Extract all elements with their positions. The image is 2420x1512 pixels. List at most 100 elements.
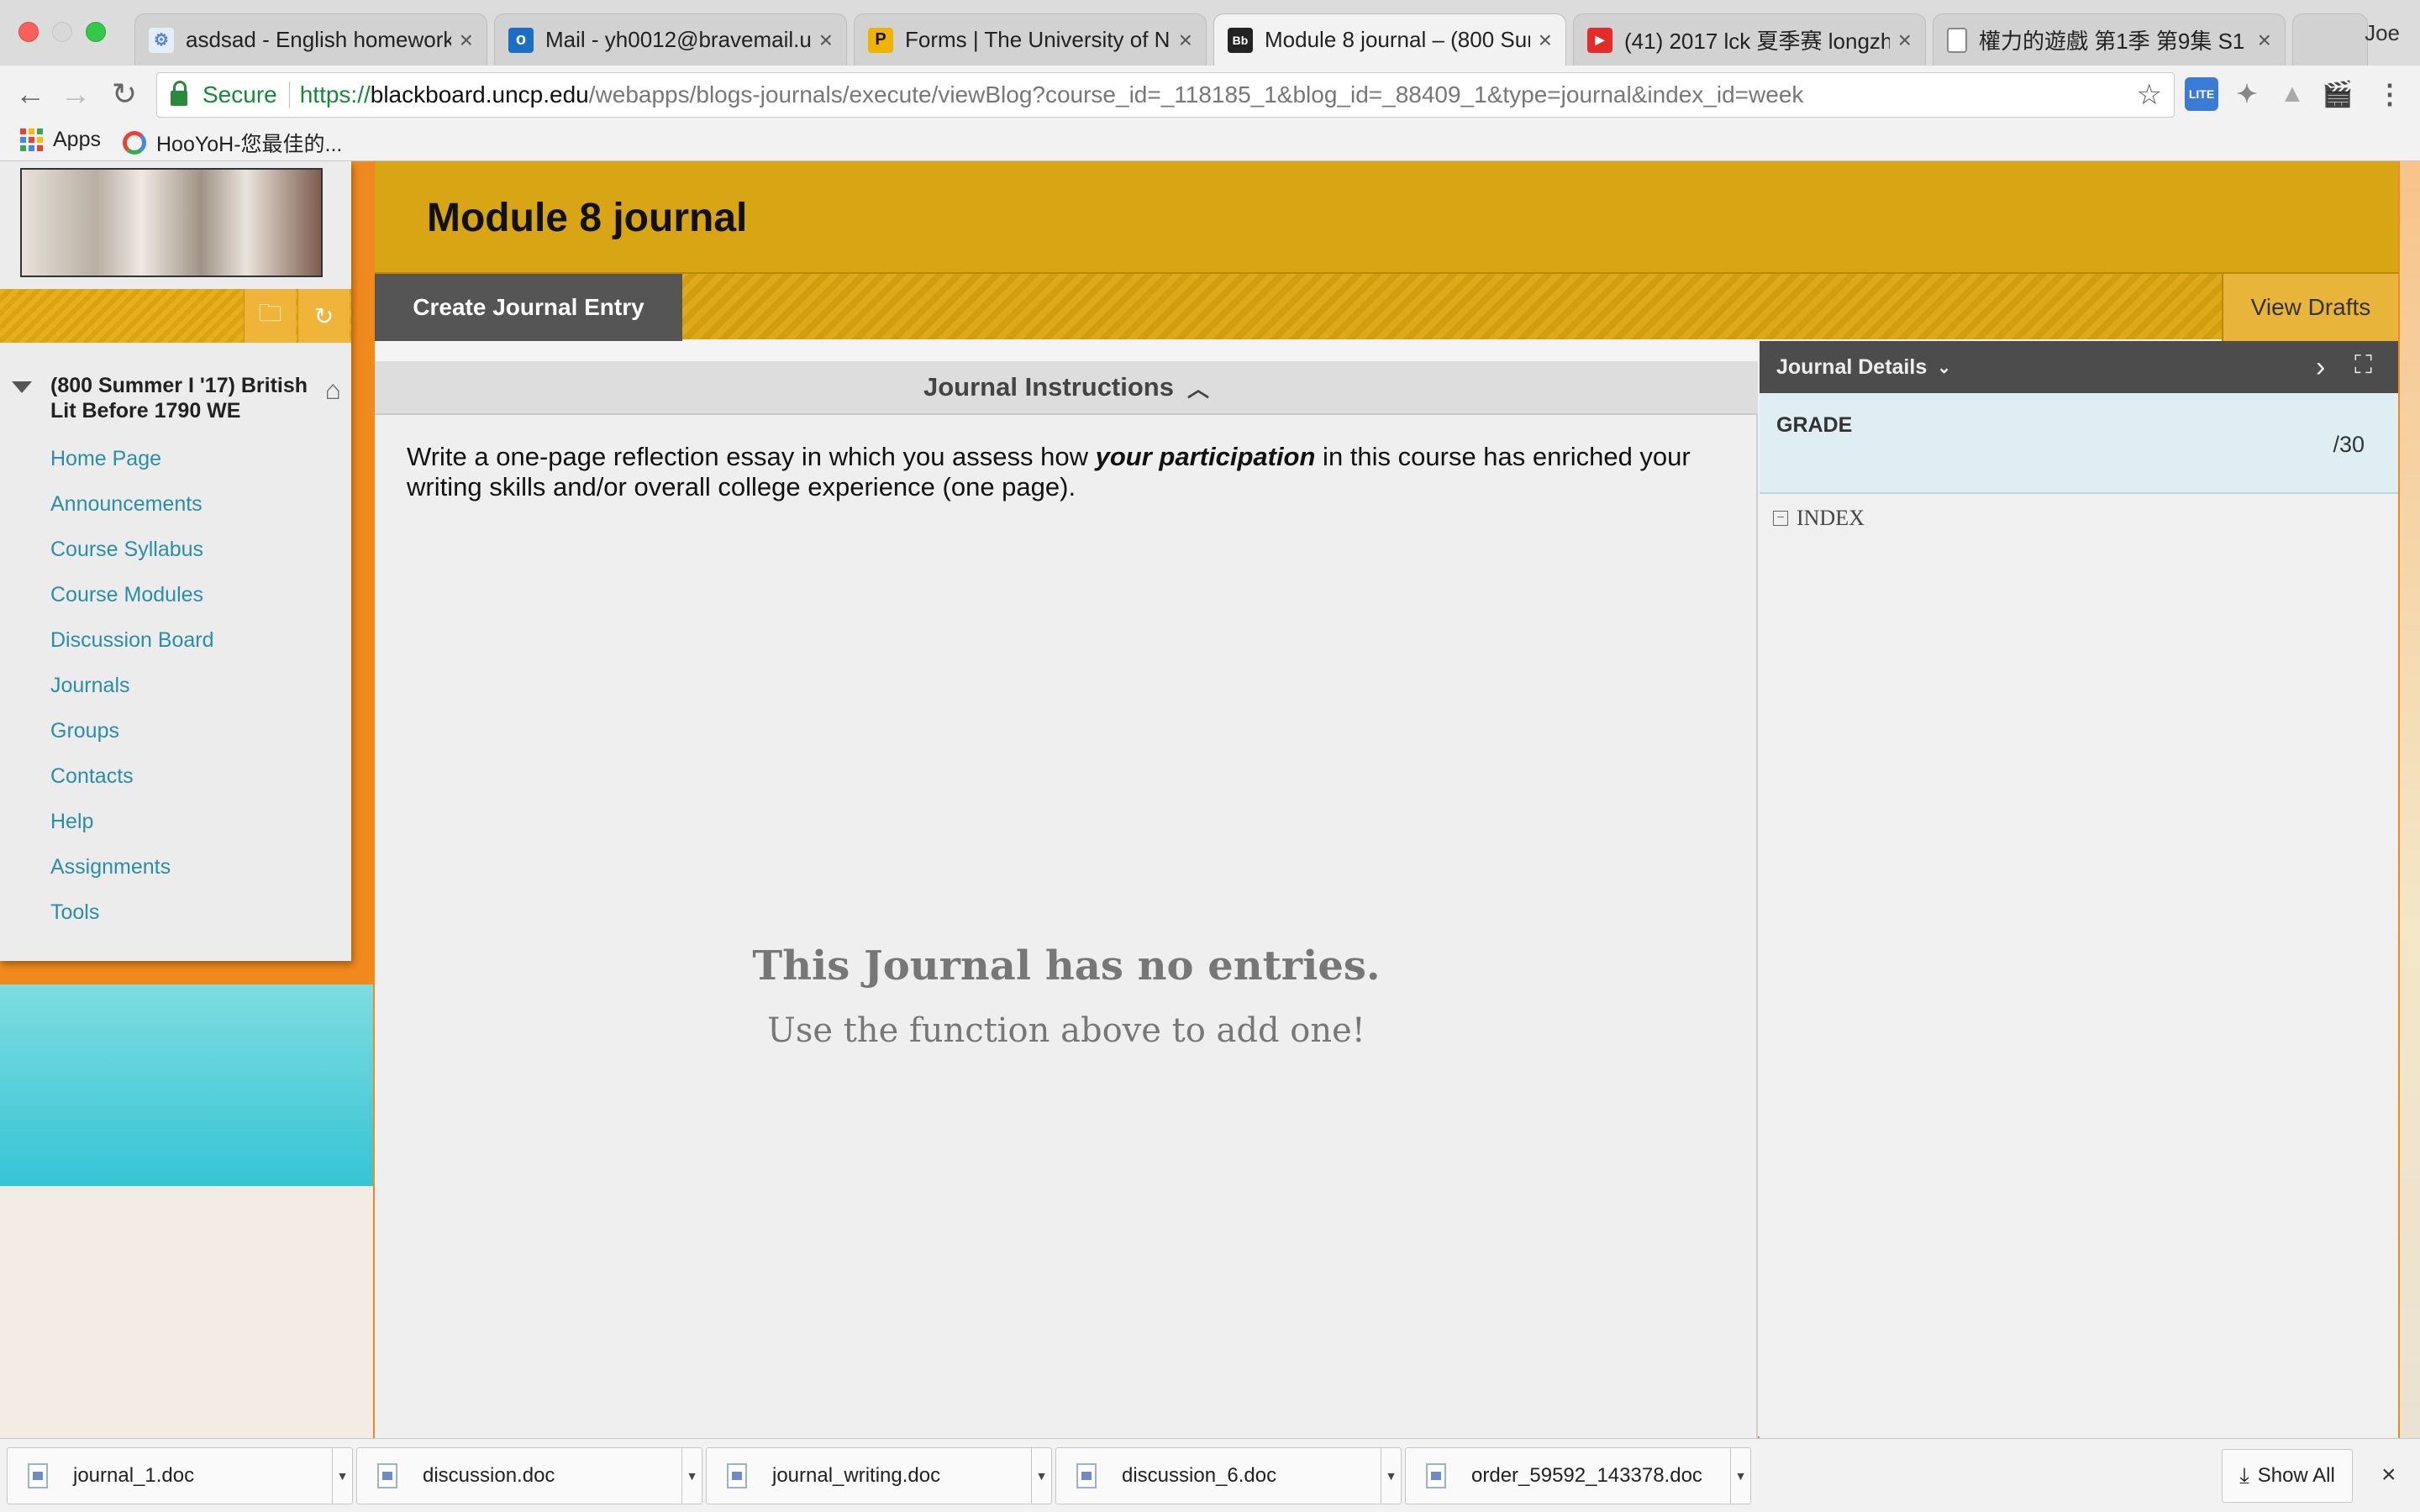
chevron-down-icon[interactable]: ▼	[1381, 1448, 1401, 1504]
url-path: /webapps/blogs-journals/execute/viewBlog…	[588, 81, 1804, 108]
bookmark-star-icon[interactable]: ☆	[2137, 78, 2162, 112]
browser-tab-active[interactable]: Bb Module 8 journal – (800 Summer I '17)…	[1213, 13, 1566, 66]
collapse-triangle-icon[interactable]	[12, 381, 32, 393]
menu-dots-icon[interactable]: ⋮	[2373, 77, 2407, 111]
close-icon[interactable]: ×	[2381, 1461, 2396, 1489]
download-item[interactable]: order_59592_143378.doc ▼	[1405, 1447, 1751, 1504]
tab-title: (41) 2017 lck 夏季赛 longzhu	[1624, 29, 1890, 54]
profile-name[interactable]: Joe	[2365, 20, 2400, 46]
word-document-icon	[727, 1463, 747, 1488]
sidebar-item-announcements[interactable]: Announcements	[50, 492, 203, 517]
hooyoh-icon	[123, 131, 146, 155]
sidebar-item-journals[interactable]: Journals	[50, 674, 130, 698]
apps-grid-icon	[20, 129, 43, 151]
sidebar-item-help[interactable]: Help	[50, 810, 93, 834]
page-title: Module 8 journal	[427, 196, 748, 240]
download-filename: discussion_6.doc	[1122, 1464, 1277, 1487]
download-item[interactable]: discussion_6.doc ▼	[1055, 1447, 1402, 1504]
folder-view-icon[interactable]: 🗀	[244, 289, 296, 343]
journal-instructions-toggle[interactable]: Journal Instructions ︿	[375, 341, 1758, 415]
tab-title: Mail - yh0012@bravemail.uncp.edu	[545, 27, 811, 52]
chevron-down-icon[interactable]: ▼	[681, 1448, 702, 1504]
chevron-right-icon[interactable]: ›	[2316, 351, 2325, 384]
page-body: 🗀 ↻ (800 Summer I '17) British Lit Befor…	[0, 161, 2420, 1438]
clapper-extension-icon[interactable]: 🎬	[2321, 77, 2354, 111]
close-tab-icon[interactable]: ×	[1179, 27, 1192, 54]
download-filename: journal_writing.doc	[772, 1464, 941, 1487]
close-tab-icon[interactable]: ×	[1898, 27, 1912, 54]
chevron-down-icon: ⌄	[1937, 358, 1951, 377]
download-filename: journal_1.doc	[73, 1464, 195, 1487]
address-bar[interactable]: Secure https://blackboard.uncp.edu/webap…	[156, 72, 2175, 118]
sidebar-item-course-syllabus[interactable]: Course Syllabus	[50, 538, 203, 562]
bookmark-label: Apps	[53, 128, 101, 151]
sidebar-item-assignments[interactable]: Assignments	[50, 855, 171, 879]
secure-label: Secure	[203, 81, 277, 108]
browser-tab[interactable]: 權力的遊戲 第1季 第9集 S1 E9 ×	[1933, 13, 2286, 66]
tab-title: 權力的遊戲 第1季 第9集 S1 E9	[1979, 29, 2249, 54]
grade-value: /30	[2333, 432, 2365, 457]
instructions-text: Write a one-page reflection essay in whi…	[407, 442, 1718, 502]
index-toggle[interactable]: − INDEX	[1773, 506, 1865, 531]
close-window-button[interactable]	[18, 22, 39, 42]
browser-tab[interactable]: ▶ (41) 2017 lck 夏季赛 longzhu ×	[1573, 13, 1926, 66]
expand-icon[interactable]: ⛶	[2354, 351, 2372, 380]
sidebar-item-tools[interactable]: Tools	[50, 900, 99, 925]
chevron-down-icon[interactable]: ▼	[332, 1448, 352, 1504]
address-separator	[288, 81, 290, 108]
zoom-window-button[interactable]	[86, 22, 106, 42]
grade-label: GRADE	[1776, 413, 1853, 437]
forward-arrow-icon[interactable]: →	[55, 74, 96, 114]
sidebar-item-home-page[interactable]: Home Page	[50, 447, 161, 471]
grade-box: GRADE /30	[1760, 393, 2398, 494]
lock-icon	[171, 81, 187, 106]
close-tab-icon[interactable]: ×	[2258, 27, 2271, 54]
lite-extension-icon[interactable]: LITE	[2185, 77, 2218, 111]
index-label: INDEX	[1797, 506, 1865, 530]
puzzle-extension-icon[interactable]: ✦	[2230, 77, 2264, 111]
sidebar-item-discussion-board[interactable]: Discussion Board	[50, 628, 214, 653]
course-title-row[interactable]: (800 Summer I '17) British Lit Before 17…	[12, 373, 348, 423]
close-tab-icon[interactable]: ×	[460, 27, 473, 54]
sidebar-item-contacts[interactable]: Contacts	[50, 764, 134, 789]
close-tab-icon[interactable]: ×	[819, 27, 833, 54]
chevron-down-icon[interactable]: ▼	[1031, 1448, 1051, 1504]
download-item[interactable]: journal_writing.doc ▼	[706, 1447, 1052, 1504]
home-icon[interactable]: ⌂	[325, 375, 341, 406]
browser-tab[interactable]: o Mail - yh0012@bravemail.uncp.edu ×	[494, 13, 847, 66]
background-scenery	[0, 984, 374, 1186]
journal-details-header[interactable]: Journal Details ⌄	[1760, 341, 2398, 393]
triangle-extension-icon[interactable]: ▲	[2275, 77, 2309, 111]
background-right-edge	[2396, 161, 2420, 1438]
reload-icon[interactable]: ↻	[104, 74, 145, 114]
refresh-icon[interactable]: ↻	[297, 289, 350, 343]
tab-title: Module 8 journal – (800 Summer I '17)	[1265, 27, 1530, 52]
instructions-heading: Journal Instructions	[923, 372, 1174, 402]
close-tab-icon[interactable]: ×	[1539, 27, 1552, 54]
new-tab-button[interactable]	[2292, 13, 2368, 66]
show-all-downloads-button[interactable]: ⤓ Show All	[2222, 1449, 2353, 1503]
collapse-minus-icon: −	[1773, 511, 1788, 526]
browser-tab[interactable]: ⚙ asdsad - English homework ×	[134, 13, 487, 66]
instructions-emphasis: your participation	[1095, 442, 1316, 471]
word-document-icon	[377, 1463, 397, 1488]
sidebar-item-course-modules[interactable]: Course Modules	[50, 583, 203, 607]
blackboard-icon: Bb	[1228, 27, 1253, 53]
bookmark-hooyoh[interactable]: HooYoH-您最佳的...	[123, 128, 342, 158]
grammarly-icon: ⚙	[149, 27, 174, 53]
download-item[interactable]: journal_1.doc ▼	[7, 1447, 353, 1504]
journal-main-column: Journal Instructions ︿ Write a one-page …	[375, 341, 1758, 1438]
minimize-window-button[interactable]	[52, 22, 72, 42]
bookmark-apps[interactable]: Apps	[20, 128, 101, 152]
course-menu: 🗀 ↻ (800 Summer I '17) British Lit Befor…	[0, 161, 351, 961]
view-drafts-button[interactable]: View Drafts	[2222, 274, 2398, 341]
create-journal-entry-button[interactable]: Create Journal Entry	[375, 274, 682, 341]
document-icon	[1947, 27, 1967, 53]
download-arrow-icon: ⤓	[2239, 1462, 2249, 1488]
chevron-down-icon[interactable]: ▼	[1730, 1448, 1750, 1504]
browser-tab[interactable]: P Forms | The University of North Caroli…	[854, 13, 1207, 66]
download-item[interactable]: discussion.doc ▼	[356, 1447, 702, 1504]
back-arrow-icon[interactable]: ←	[10, 74, 50, 114]
course-banner-image	[20, 168, 323, 277]
sidebar-item-groups[interactable]: Groups	[50, 719, 119, 743]
